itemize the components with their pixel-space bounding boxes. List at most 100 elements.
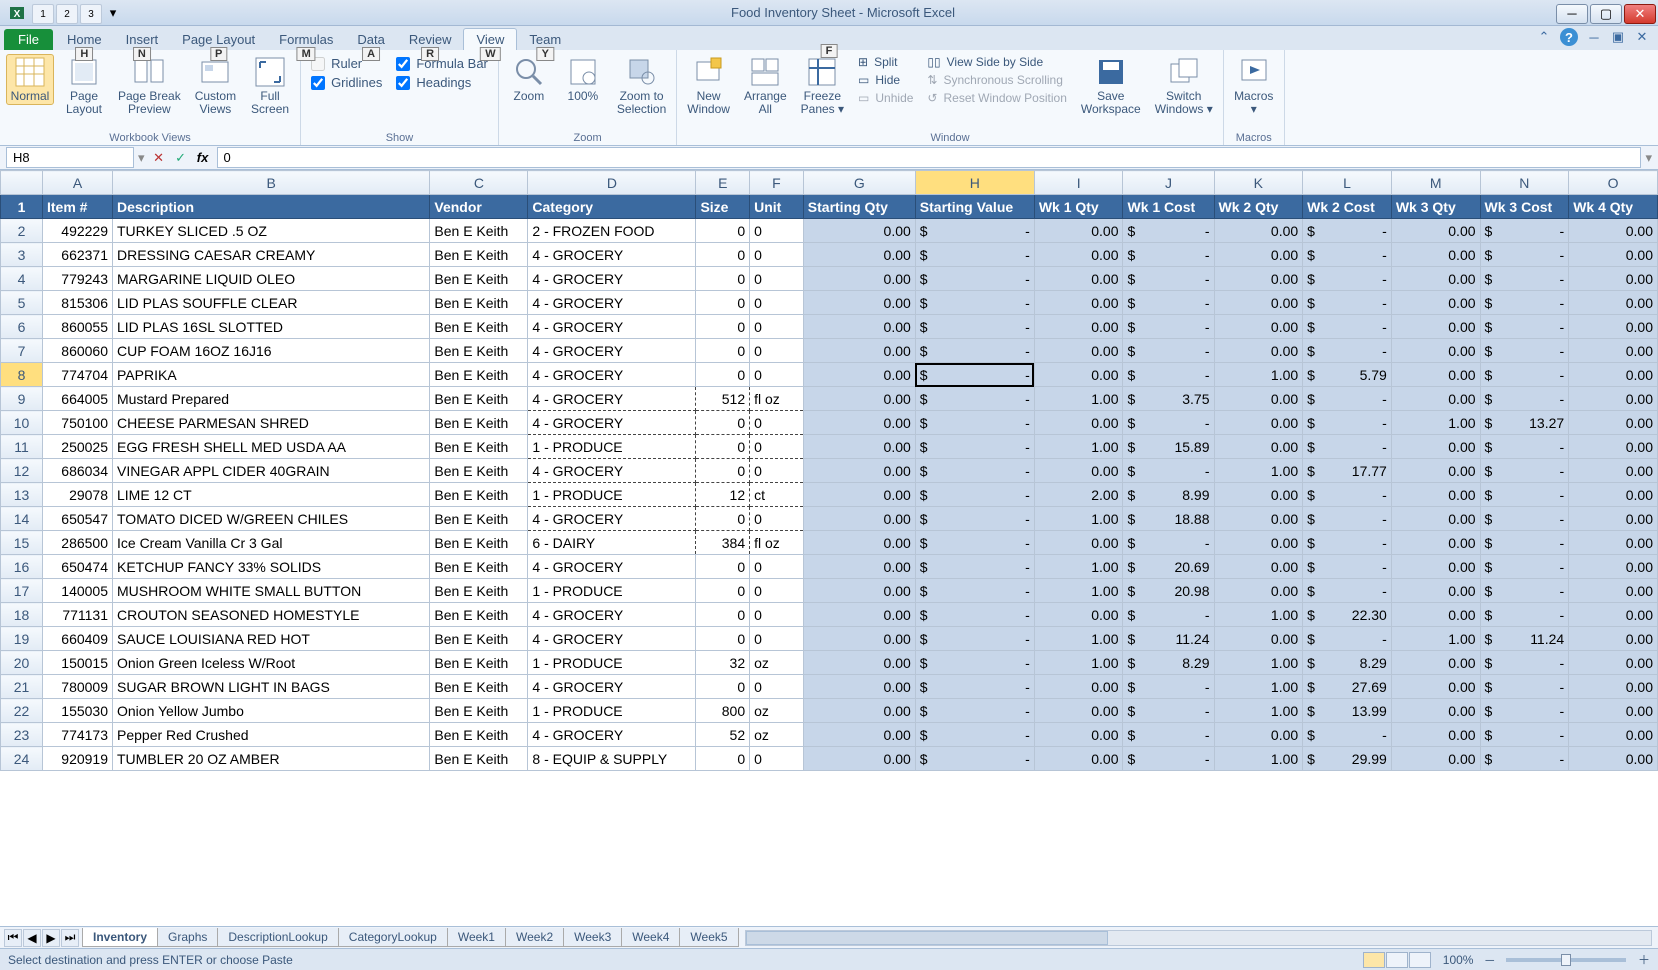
cell[interactable]: 0.00 [1034, 291, 1123, 315]
row-header-8[interactable]: 8 [1, 363, 43, 387]
cell[interactable]: 815306 [43, 291, 113, 315]
cell[interactable]: oz [750, 723, 804, 747]
row-header-7[interactable]: 7 [1, 339, 43, 363]
cell[interactable]: 0.00 [1034, 411, 1123, 435]
cell[interactable]: ct [750, 483, 804, 507]
cell[interactable]: $- [1480, 579, 1569, 603]
qat-btn-2[interactable]: 2 [56, 4, 78, 24]
cell[interactable]: 0 [696, 675, 750, 699]
workbook-restore-icon[interactable]: ▣ [1610, 29, 1626, 45]
cell[interactable]: $- [1480, 435, 1569, 459]
cell[interactable]: 384 [696, 531, 750, 555]
cell[interactable]: 0 [750, 603, 804, 627]
cell[interactable]: $- [1480, 291, 1569, 315]
cell[interactable]: 0.00 [1391, 723, 1480, 747]
cell[interactable]: 0.00 [1569, 339, 1658, 363]
cell[interactable]: 150015 [43, 651, 113, 675]
row-header-12[interactable]: 12 [1, 459, 43, 483]
cell[interactable]: $- [1123, 459, 1214, 483]
cell[interactable]: 0.00 [803, 315, 915, 339]
row-header-19[interactable]: 19 [1, 627, 43, 651]
cell[interactable]: 140005 [43, 579, 113, 603]
cell[interactable]: 0 [750, 315, 804, 339]
cell[interactable]: 0.00 [1214, 723, 1303, 747]
cell[interactable]: 860055 [43, 315, 113, 339]
cell[interactable]: DRESSING CAESAR CREAMY [113, 243, 430, 267]
table-header-cell[interactable]: Item # [43, 195, 113, 219]
tab-insert[interactable]: InsertN [114, 29, 171, 50]
maximize-button[interactable]: ▢ [1590, 4, 1622, 24]
cell[interactable]: 0.00 [803, 291, 915, 315]
hide-button[interactable]: ▭Hide [854, 72, 917, 88]
cell[interactable]: 0.00 [803, 555, 915, 579]
cell[interactable]: $- [915, 411, 1034, 435]
cell[interactable]: Ben E Keith [430, 555, 528, 579]
cell[interactable]: 1 - PRODUCE [528, 435, 696, 459]
col-header-E[interactable]: E [696, 171, 750, 195]
cell[interactable]: 4 - GROCERY [528, 411, 696, 435]
cell[interactable]: 0.00 [1034, 723, 1123, 747]
page-break-preview-button[interactable]: Page Break Preview [114, 54, 185, 118]
row-header-18[interactable]: 18 [1, 603, 43, 627]
cell[interactable]: 0.00 [803, 699, 915, 723]
sheet-tab-week2[interactable]: Week2 [505, 928, 564, 947]
cell[interactable]: $- [1480, 339, 1569, 363]
cell[interactable]: 0 [696, 315, 750, 339]
cell[interactable]: $- [915, 483, 1034, 507]
cell[interactable]: $17.77 [1303, 459, 1392, 483]
cell[interactable]: $- [1480, 507, 1569, 531]
cell[interactable]: 0.00 [1034, 531, 1123, 555]
cell[interactable]: 0.00 [1214, 435, 1303, 459]
cell[interactable]: 0.00 [1034, 603, 1123, 627]
table-header-cell[interactable]: Starting Value [915, 195, 1034, 219]
tab-data[interactable]: DataA [345, 29, 396, 50]
cell[interactable]: 0.00 [1391, 699, 1480, 723]
col-header-K[interactable]: K [1214, 171, 1303, 195]
cell[interactable]: $- [1123, 411, 1214, 435]
row-header-21[interactable]: 21 [1, 675, 43, 699]
cell[interactable]: 1.00 [1214, 675, 1303, 699]
cell[interactable]: 0.00 [1214, 579, 1303, 603]
table-header-cell[interactable]: Description [113, 195, 430, 219]
page-layout-status-button[interactable] [1386, 952, 1408, 968]
qat-btn-1[interactable]: 1 [32, 4, 54, 24]
row-header-6[interactable]: 6 [1, 315, 43, 339]
cell[interactable]: 686034 [43, 459, 113, 483]
cell[interactable]: 4 - GROCERY [528, 459, 696, 483]
cell[interactable]: $- [915, 747, 1034, 771]
col-header-F[interactable]: F [750, 171, 804, 195]
cell[interactable]: 0.00 [1034, 363, 1123, 387]
zoom-out-button[interactable]: ─ [1485, 953, 1494, 967]
cell[interactable]: $8.99 [1123, 483, 1214, 507]
cell[interactable]: 1.00 [1214, 363, 1303, 387]
row-header-22[interactable]: 22 [1, 699, 43, 723]
cell[interactable]: 0 [696, 507, 750, 531]
cell[interactable]: 0.00 [1391, 315, 1480, 339]
zoom-button[interactable]: Zoom [505, 54, 553, 105]
cell[interactable]: $- [1480, 555, 1569, 579]
gridlines-check[interactable] [311, 76, 325, 90]
cell[interactable]: 0.00 [1214, 507, 1303, 531]
table-header-cell[interactable]: Unit [750, 195, 804, 219]
cell[interactable]: $- [1480, 363, 1569, 387]
cell[interactable]: 0 [750, 363, 804, 387]
cell[interactable]: $- [915, 459, 1034, 483]
cell[interactable]: $- [1303, 579, 1392, 603]
cell[interactable]: SAUCE LOUISIANA RED HOT [113, 627, 430, 651]
cell[interactable]: 0 [696, 363, 750, 387]
cell[interactable]: 0.00 [1214, 315, 1303, 339]
cell[interactable]: $- [1303, 507, 1392, 531]
cell[interactable]: 4 - GROCERY [528, 723, 696, 747]
sheet-tab-week3[interactable]: Week3 [563, 928, 622, 947]
col-header-H[interactable]: H [915, 171, 1034, 195]
zoom-slider-thumb[interactable] [1561, 954, 1571, 966]
cell[interactable]: 0 [750, 291, 804, 315]
cell[interactable]: 1.00 [1214, 603, 1303, 627]
cell[interactable]: 12 [696, 483, 750, 507]
cell[interactable]: Ben E Keith [430, 531, 528, 555]
col-header-G[interactable]: G [803, 171, 915, 195]
cell[interactable]: 0 [696, 747, 750, 771]
workbook-close-icon[interactable]: ✕ [1634, 29, 1650, 45]
cell[interactable]: 774173 [43, 723, 113, 747]
cell[interactable]: 0 [750, 555, 804, 579]
